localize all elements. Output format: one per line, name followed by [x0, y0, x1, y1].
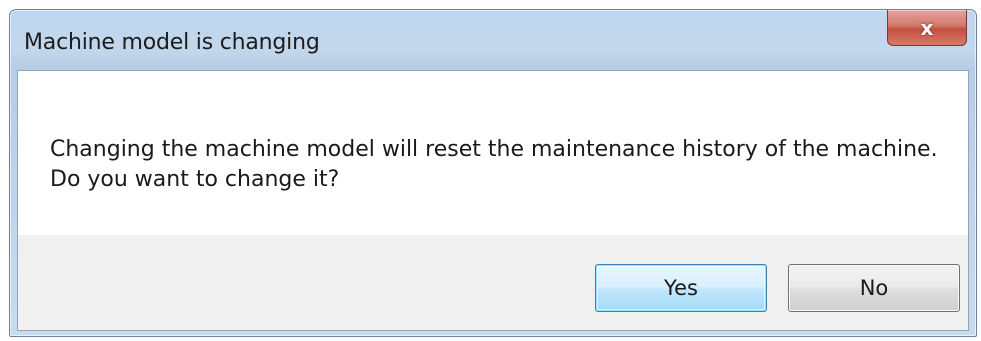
dialog-title: Machine model is changing	[24, 30, 320, 55]
message-line-2: Do you want to change it?	[50, 167, 340, 192]
dialog-message: Changing the machine model will reset th…	[50, 135, 938, 195]
yes-button[interactable]: Yes	[595, 264, 767, 312]
message-panel: Changing the machine model will reset th…	[18, 71, 968, 235]
dialog-client-area: Changing the machine model will reset th…	[17, 70, 969, 331]
dialog-window: Machine model is changing x Changing the…	[9, 9, 977, 337]
button-bar: Yes No	[18, 235, 968, 330]
no-button[interactable]: No	[788, 264, 960, 312]
message-line-1: Changing the machine model will reset th…	[50, 137, 938, 162]
close-button[interactable]: x	[887, 10, 967, 46]
close-icon: x	[920, 15, 934, 40]
